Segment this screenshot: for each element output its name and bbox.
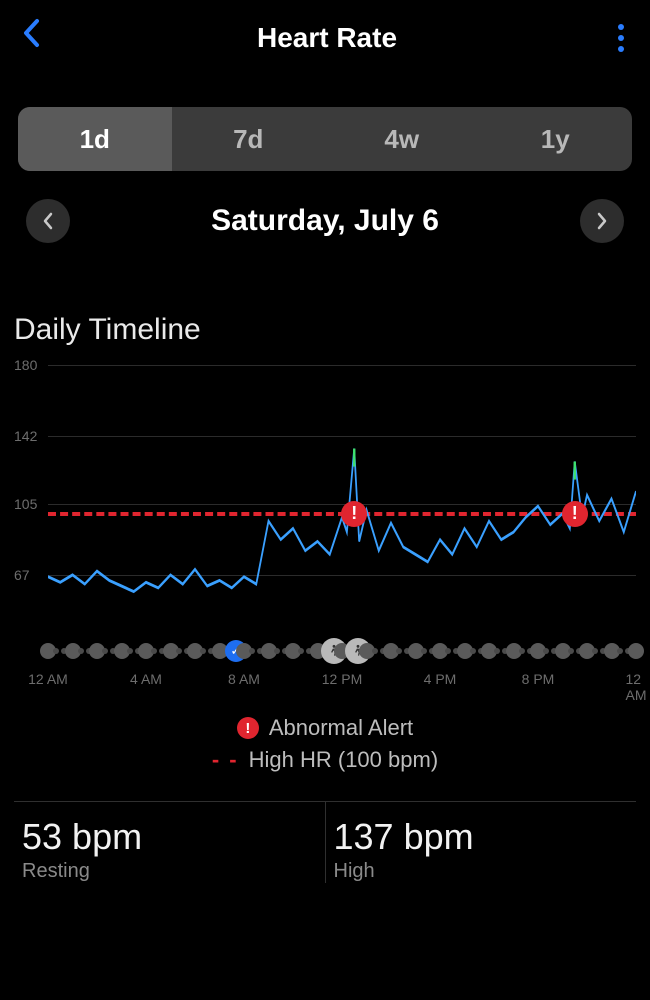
sub-hour-marker bbox=[127, 648, 133, 654]
activity-marker-row: ✓ bbox=[48, 637, 636, 665]
sub-hour-marker bbox=[53, 648, 59, 654]
sub-hour-marker bbox=[102, 648, 108, 654]
y-tick: 67 bbox=[14, 567, 30, 583]
tab-7d[interactable]: 7d bbox=[172, 107, 326, 171]
sub-hour-marker bbox=[298, 648, 304, 654]
dashed-line-icon: - - bbox=[212, 747, 239, 773]
sub-hour-marker bbox=[592, 648, 598, 654]
summary-stats: 53 bpm Resting 137 bpm High bbox=[14, 801, 636, 883]
sub-hour-marker bbox=[249, 648, 255, 654]
high-stat: 137 bpm High bbox=[325, 802, 637, 883]
x-tick: 4 PM bbox=[424, 671, 457, 687]
section-title: Daily Timeline bbox=[14, 313, 650, 347]
heart-rate-chart[interactable]: 18014210567!! bbox=[14, 365, 636, 625]
x-tick: 4 AM bbox=[130, 671, 162, 687]
back-button[interactable] bbox=[22, 18, 40, 57]
sub-hour-marker bbox=[200, 648, 206, 654]
x-tick: 8 AM bbox=[228, 671, 260, 687]
sub-hour-marker bbox=[519, 648, 525, 654]
header: Heart Rate bbox=[0, 0, 650, 67]
legend-abnormal-label: Abnormal Alert bbox=[269, 715, 413, 741]
y-tick: 180 bbox=[14, 357, 37, 373]
time-range-tabs: 1d 7d 4w 1y bbox=[18, 107, 632, 171]
hour-marker bbox=[628, 643, 644, 659]
tab-4w[interactable]: 4w bbox=[325, 107, 479, 171]
sub-hour-marker bbox=[372, 648, 378, 654]
y-tick: 105 bbox=[14, 496, 37, 512]
abnormal-alert-icon: ! bbox=[562, 501, 588, 527]
high-value: 137 bpm bbox=[334, 816, 629, 858]
sub-hour-marker bbox=[568, 648, 574, 654]
sub-hour-marker bbox=[543, 648, 549, 654]
resting-label: Resting bbox=[22, 860, 317, 883]
sub-hour-marker bbox=[445, 648, 451, 654]
high-label: High bbox=[334, 860, 629, 883]
prev-day-button[interactable] bbox=[26, 199, 70, 243]
resting-stat: 53 bpm Resting bbox=[14, 802, 325, 883]
x-tick: 12 PM bbox=[322, 671, 362, 687]
resting-value: 53 bpm bbox=[22, 816, 317, 858]
sub-hour-marker bbox=[396, 648, 402, 654]
x-tick: 12 AM bbox=[28, 671, 68, 687]
x-tick: 8 PM bbox=[522, 671, 555, 687]
sub-hour-marker bbox=[470, 648, 476, 654]
sub-hour-marker bbox=[421, 648, 427, 654]
x-axis-labels: 12 AM4 AM8 AM12 PM4 PM8 PM12 AM bbox=[48, 671, 636, 691]
tab-1d[interactable]: 1d bbox=[18, 107, 172, 171]
alert-icon: ! bbox=[237, 717, 259, 739]
tab-1y[interactable]: 1y bbox=[479, 107, 633, 171]
sub-hour-marker bbox=[494, 648, 500, 654]
page-title: Heart Rate bbox=[257, 22, 397, 54]
chart-legend: ! Abnormal Alert - - High HR (100 bpm) bbox=[0, 715, 650, 773]
more-menu-button[interactable] bbox=[614, 20, 628, 56]
legend-high-hr-label: High HR (100 bpm) bbox=[249, 747, 439, 773]
sub-hour-marker bbox=[78, 648, 84, 654]
current-date: Saturday, July 6 bbox=[211, 204, 439, 238]
sub-hour-marker bbox=[274, 648, 280, 654]
next-day-button[interactable] bbox=[580, 199, 624, 243]
sub-hour-marker bbox=[176, 648, 182, 654]
date-navigator: Saturday, July 6 bbox=[26, 199, 624, 243]
abnormal-alert-icon: ! bbox=[341, 501, 367, 527]
sub-hour-marker bbox=[617, 648, 623, 654]
sub-hour-marker bbox=[151, 648, 157, 654]
x-tick: 12 AM bbox=[626, 671, 647, 703]
y-tick: 142 bbox=[14, 428, 37, 444]
